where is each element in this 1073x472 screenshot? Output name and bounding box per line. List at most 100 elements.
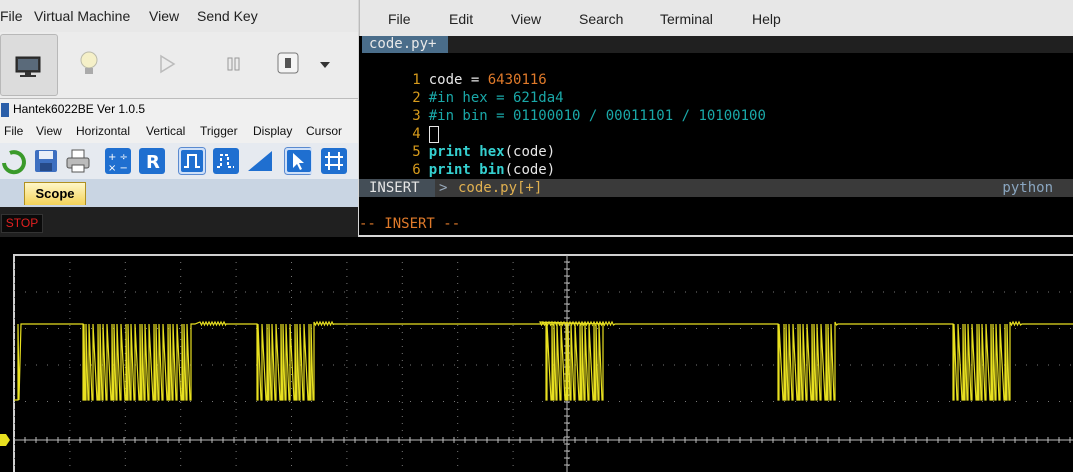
grid-dot — [322, 364, 323, 366]
grid-dot — [69, 276, 71, 277]
terminal-body[interactable]: code.py+ 1 code = 6430116 2 #in hex = 621d… — [359, 36, 1073, 235]
grid-dot — [291, 311, 292, 312]
grid-dot — [512, 318, 514, 319]
vim-tab-code-py[interactable]: code.py+ — [362, 36, 448, 53]
grid-dot — [180, 367, 182, 368]
grid-dot — [180, 423, 182, 424]
hk-menu-display[interactable]: Display — [253, 124, 292, 138]
grid-dot — [512, 297, 514, 298]
grid-dot — [235, 325, 237, 326]
grid-dot — [457, 388, 459, 389]
grid-dot — [69, 402, 71, 403]
lightbulb-icon[interactable] — [78, 50, 100, 80]
refresh-icon[interactable] — [0, 147, 28, 175]
grid-dot — [674, 364, 675, 366]
grid-dot — [457, 402, 459, 403]
term-menu-view[interactable]: View — [511, 11, 541, 27]
term-menu-help[interactable]: Help — [752, 11, 781, 27]
grid-dot — [663, 364, 664, 366]
grid-dot — [388, 401, 389, 402]
select-icon[interactable] — [284, 147, 312, 175]
term-menu-edit[interactable]: Edit — [449, 11, 473, 27]
term-menu-search[interactable]: Search — [579, 11, 623, 27]
grid-dot — [346, 332, 348, 333]
grid-dot — [531, 364, 532, 366]
grid-dot — [795, 291, 796, 293]
grid-dot — [291, 458, 292, 459]
grid-dot — [235, 318, 237, 319]
grid-dot — [784, 401, 785, 402]
chevron-down-icon[interactable] — [318, 60, 332, 70]
grid-dot — [817, 401, 818, 402]
grid-dot — [388, 291, 389, 293]
grid-dot — [69, 437, 71, 438]
grid-dot — [333, 401, 334, 402]
hk-menu-view[interactable]: View — [36, 124, 62, 138]
grid-dot — [457, 353, 459, 354]
grid-dot — [608, 401, 609, 402]
hk-menu-horizontal[interactable]: Horizontal — [76, 124, 130, 138]
grid-dot — [180, 276, 182, 277]
pause-icon[interactable] — [226, 56, 242, 72]
grid-dot — [69, 430, 71, 431]
grid-dot — [124, 262, 126, 263]
grid-dot — [773, 364, 774, 366]
device-icon[interactable] — [277, 52, 299, 74]
hk-menu-trigger[interactable]: Trigger — [200, 124, 238, 138]
vm-menu-file[interactable]: File — [0, 8, 23, 24]
grid-dot — [168, 291, 169, 293]
grid-dot — [401, 332, 403, 333]
grid-dot — [905, 364, 906, 366]
grid-dot — [509, 328, 510, 329]
term-menu-file[interactable]: File — [388, 11, 411, 27]
term-menu-terminal[interactable]: Terminal — [660, 11, 713, 27]
math-icon[interactable]: + ÷ × − — [104, 147, 132, 175]
grid-dot — [366, 401, 367, 402]
reference-icon[interactable]: R — [138, 147, 166, 175]
grid-dot — [124, 364, 125, 366]
pulse-icon[interactable] — [178, 147, 206, 175]
grid-dot — [498, 291, 499, 293]
grid-dot — [146, 328, 147, 329]
vm-menu-send-key[interactable]: Send Key — [197, 8, 258, 24]
show-console-button[interactable] — [0, 34, 58, 96]
pulse-trigger-icon[interactable] — [212, 147, 240, 175]
grid-dot — [520, 401, 521, 402]
vm-menu-virtual-machine[interactable]: Virtual Machine — [34, 8, 130, 24]
grid-dot — [751, 291, 752, 293]
grid-dot — [512, 339, 514, 340]
play-icon[interactable] — [158, 54, 176, 74]
grid-dot — [14, 276, 15, 277]
grid-icon[interactable] — [320, 147, 348, 175]
grid-dot — [457, 360, 459, 361]
hantek-title: Hantek6022BE Ver 1.0.5 — [13, 102, 146, 116]
ramp-icon[interactable] — [246, 147, 274, 175]
grid-dot — [457, 318, 459, 319]
save-icon[interactable] — [32, 147, 60, 175]
grid-dot — [1015, 364, 1016, 366]
vm-menu-view[interactable]: View — [149, 8, 179, 24]
grid-dot — [674, 291, 675, 293]
print-icon[interactable] — [64, 147, 92, 175]
grid-dot — [235, 339, 237, 340]
tab-scope[interactable]: Scope — [24, 182, 86, 205]
grid-dot — [457, 339, 459, 340]
grid-dot — [1015, 291, 1016, 293]
grid-dot — [346, 430, 348, 431]
grid-dot — [707, 401, 708, 402]
stop-status-badge[interactable]: STOP — [1, 214, 43, 233]
grid-dot — [267, 401, 268, 402]
hk-menu-file[interactable]: File — [4, 124, 23, 138]
grid-dot — [1070, 328, 1071, 329]
grid-dot — [346, 374, 348, 375]
grid-dot — [457, 374, 459, 375]
hk-menu-vertical[interactable]: Vertical — [146, 124, 185, 138]
hk-menu-cursor[interactable]: Cursor — [306, 124, 342, 138]
grid-dot — [421, 328, 422, 329]
grid-dot — [401, 346, 403, 347]
scope-display[interactable] — [0, 237, 1073, 472]
grid-dot — [180, 444, 182, 445]
grid-dot — [47, 364, 48, 366]
grid-dot — [512, 346, 514, 347]
grid-dot — [401, 290, 403, 291]
